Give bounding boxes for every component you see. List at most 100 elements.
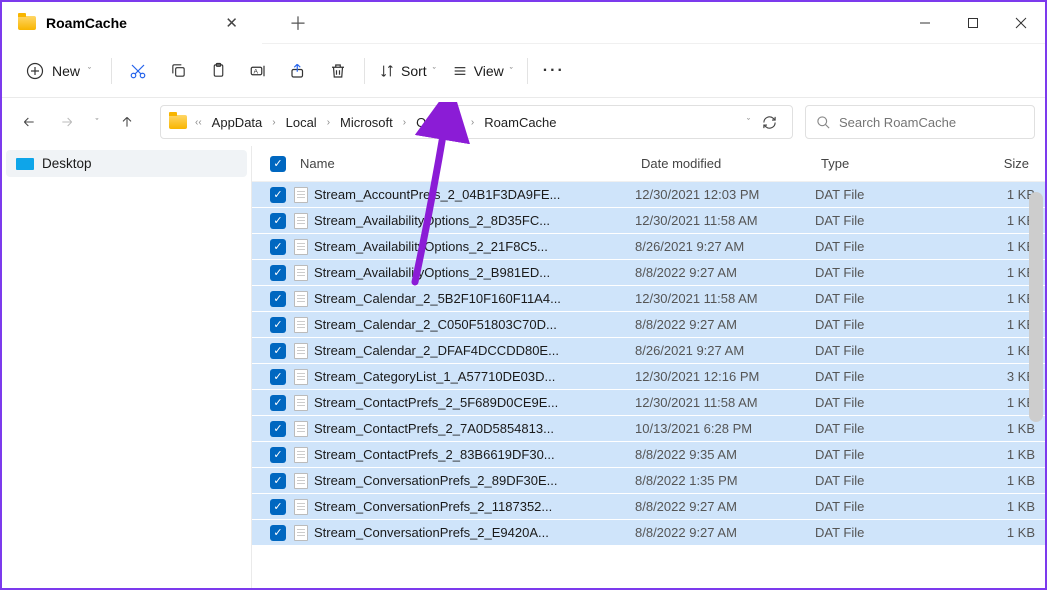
table-row[interactable]: ✓ Stream_ContactPrefs_2_83B6619DF30... 8… bbox=[252, 442, 1045, 468]
sort-button[interactable]: Sort ˇ bbox=[371, 57, 444, 85]
row-checkbox[interactable]: ✓ bbox=[262, 369, 294, 385]
table-row[interactable]: ✓ Stream_AvailabilityOptions_2_8D35FC...… bbox=[252, 208, 1045, 234]
crumb-local[interactable]: Local bbox=[280, 111, 323, 134]
table-row[interactable]: ✓ Stream_CategoryList_1_A57710DE03D... 1… bbox=[252, 364, 1045, 390]
refresh-button[interactable] bbox=[754, 115, 784, 130]
row-checkbox[interactable]: ✓ bbox=[262, 473, 294, 489]
row-checkbox[interactable]: ✓ bbox=[262, 499, 294, 515]
up-button[interactable] bbox=[110, 105, 144, 139]
delete-icon[interactable] bbox=[318, 53, 358, 89]
file-type: DAT File bbox=[815, 395, 955, 410]
forward-button[interactable] bbox=[50, 105, 84, 139]
file-type: DAT File bbox=[815, 343, 955, 358]
table-row[interactable]: ✓ Stream_ConversationPrefs_2_89DF30E... … bbox=[252, 468, 1045, 494]
row-checkbox[interactable]: ✓ bbox=[262, 291, 294, 307]
row-checkbox[interactable]: ✓ bbox=[262, 239, 294, 255]
sidebar-item-desktop[interactable]: Desktop bbox=[6, 150, 247, 177]
file-name-cell: Stream_AvailabilityOptions_2_8D35FC... bbox=[294, 213, 635, 229]
folder-icon bbox=[169, 115, 187, 129]
cut-icon[interactable] bbox=[118, 53, 158, 89]
separator bbox=[527, 58, 528, 84]
column-headers: ✓ Name Date modified Type Size bbox=[252, 146, 1045, 182]
column-type[interactable]: Type bbox=[815, 156, 955, 171]
select-all-checkbox[interactable]: ✓ bbox=[262, 156, 294, 172]
back-button[interactable] bbox=[12, 105, 46, 139]
row-checkbox[interactable]: ✓ bbox=[262, 265, 294, 281]
minimize-button[interactable] bbox=[901, 2, 949, 44]
table-row[interactable]: ✓ Stream_Calendar_2_DFAF4DCCDD80E... 8/2… bbox=[252, 338, 1045, 364]
table-row[interactable]: ✓ Stream_Calendar_2_5B2F10F160F11A4... 1… bbox=[252, 286, 1045, 312]
close-button[interactable] bbox=[997, 2, 1045, 44]
crumb-appdata[interactable]: AppData bbox=[206, 111, 269, 134]
chevron-down-icon: ˇ bbox=[510, 66, 513, 76]
column-date[interactable]: Date modified bbox=[635, 156, 815, 171]
column-name[interactable]: Name bbox=[294, 156, 635, 171]
file-name: Stream_AvailabilityOptions_2_8D35FC... bbox=[314, 213, 550, 228]
file-size: 1 KB bbox=[955, 239, 1035, 254]
breadcrumb[interactable]: ‹‹ AppData› Local› Microsoft› Outlook› R… bbox=[160, 105, 793, 139]
crumb-outlook[interactable]: Outlook bbox=[410, 111, 467, 134]
chevron-left-icon[interactable]: ‹‹ bbox=[195, 117, 202, 128]
scrollbar-thumb[interactable] bbox=[1029, 192, 1043, 422]
file-type: DAT File bbox=[815, 291, 955, 306]
file-size: 1 KB bbox=[955, 473, 1035, 488]
crumb-roamcache[interactable]: RoamCache bbox=[478, 111, 562, 134]
file-icon bbox=[294, 343, 308, 359]
new-tab-button[interactable]: ＋ bbox=[277, 10, 319, 36]
file-icon bbox=[294, 395, 308, 411]
file-date: 8/8/2022 9:27 AM bbox=[635, 499, 815, 514]
file-date: 12/30/2021 12:16 PM bbox=[635, 369, 815, 384]
recent-chevron[interactable]: ˇ bbox=[88, 105, 106, 139]
row-checkbox[interactable]: ✓ bbox=[262, 525, 294, 541]
table-row[interactable]: ✓ Stream_ConversationPrefs_2_1187352... … bbox=[252, 494, 1045, 520]
search-input[interactable] bbox=[839, 115, 1024, 130]
table-row[interactable]: ✓ Stream_AvailabilityOptions_2_21F8C5...… bbox=[252, 234, 1045, 260]
active-tab[interactable]: RoamCache ✕ bbox=[2, 2, 262, 44]
file-table[interactable]: ✓ Name Date modified Type Size ✓ Stream_… bbox=[252, 146, 1045, 588]
chevron-right-icon: › bbox=[403, 117, 406, 128]
crumb-microsoft[interactable]: Microsoft bbox=[334, 111, 399, 134]
maximize-button[interactable] bbox=[949, 2, 997, 44]
copy-icon[interactable] bbox=[158, 53, 198, 89]
row-checkbox[interactable]: ✓ bbox=[262, 447, 294, 463]
row-checkbox[interactable]: ✓ bbox=[262, 343, 294, 359]
table-row[interactable]: ✓ Stream_ContactPrefs_2_7A0D5854813... 1… bbox=[252, 416, 1045, 442]
row-checkbox[interactable]: ✓ bbox=[262, 421, 294, 437]
row-checkbox[interactable]: ✓ bbox=[262, 187, 294, 203]
chevron-right-icon: › bbox=[272, 117, 275, 128]
svg-text:A: A bbox=[254, 68, 259, 75]
view-button[interactable]: View ˇ bbox=[444, 57, 521, 85]
share-icon[interactable] bbox=[278, 53, 318, 89]
more-icon[interactable]: ··· bbox=[534, 53, 574, 89]
new-button[interactable]: New ˇ bbox=[12, 55, 105, 87]
file-date: 8/8/2022 9:27 AM bbox=[635, 317, 815, 332]
tab-title: RoamCache bbox=[46, 15, 127, 31]
file-name: Stream_ContactPrefs_2_7A0D5854813... bbox=[314, 421, 554, 436]
separator bbox=[111, 58, 112, 84]
file-name-cell: Stream_ConversationPrefs_2_E9420A... bbox=[294, 525, 635, 541]
paste-icon[interactable] bbox=[198, 53, 238, 89]
search-box[interactable] bbox=[805, 105, 1035, 139]
chevron-down-icon[interactable]: ˇ bbox=[747, 117, 750, 127]
file-date: 8/8/2022 9:27 AM bbox=[635, 525, 815, 540]
file-date: 8/8/2022 1:35 PM bbox=[635, 473, 815, 488]
table-row[interactable]: ✓ Stream_Calendar_2_C050F51803C70D... 8/… bbox=[252, 312, 1045, 338]
titlebar: RoamCache ✕ ＋ bbox=[2, 2, 1045, 44]
file-date: 8/8/2022 9:27 AM bbox=[635, 265, 815, 280]
rename-icon[interactable]: A bbox=[238, 53, 278, 89]
navigation-bar: ˇ ‹‹ AppData› Local› Microsoft› Outlook›… bbox=[2, 98, 1045, 146]
table-row[interactable]: ✓ Stream_ContactPrefs_2_5F689D0CE9E... 1… bbox=[252, 390, 1045, 416]
file-name: Stream_ConversationPrefs_2_1187352... bbox=[314, 499, 552, 514]
file-type: DAT File bbox=[815, 213, 955, 228]
desktop-icon bbox=[16, 158, 34, 170]
row-checkbox[interactable]: ✓ bbox=[262, 395, 294, 411]
file-name-cell: Stream_ContactPrefs_2_83B6619DF30... bbox=[294, 447, 635, 463]
table-row[interactable]: ✓ Stream_AvailabilityOptions_2_B981ED...… bbox=[252, 260, 1045, 286]
file-icon bbox=[294, 499, 308, 515]
column-size[interactable]: Size bbox=[955, 156, 1035, 171]
table-row[interactable]: ✓ Stream_AccountPrefs_2_04B1F3DA9FE... 1… bbox=[252, 182, 1045, 208]
close-tab-icon[interactable]: ✕ bbox=[217, 14, 246, 32]
row-checkbox[interactable]: ✓ bbox=[262, 213, 294, 229]
table-row[interactable]: ✓ Stream_ConversationPrefs_2_E9420A... 8… bbox=[252, 520, 1045, 546]
row-checkbox[interactable]: ✓ bbox=[262, 317, 294, 333]
